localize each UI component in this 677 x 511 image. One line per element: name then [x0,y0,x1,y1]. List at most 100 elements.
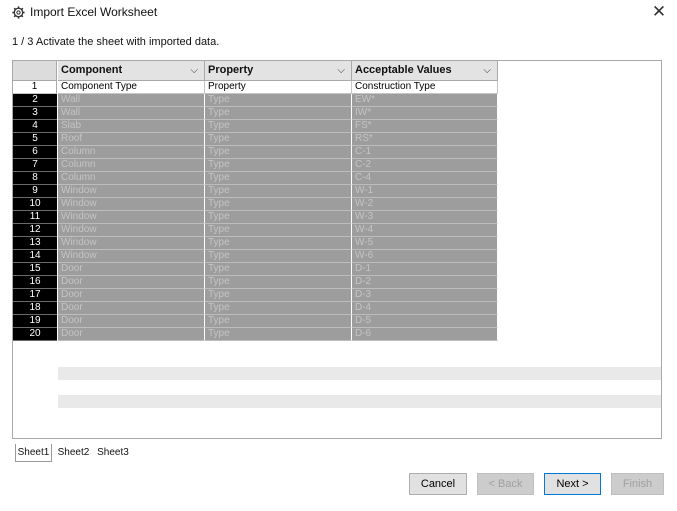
row-number[interactable]: 7 [13,159,57,172]
table-cell[interactable]: Door [58,263,205,276]
table-cell[interactable]: Type [205,302,352,315]
table-cell[interactable]: D-6 [352,328,498,341]
table-cell[interactable]: Window [58,224,205,237]
chevron-down-icon[interactable]: ⌵ [190,61,198,80]
table-cell[interactable]: Type [205,172,352,185]
table-cell[interactable]: D-1 [352,263,498,276]
row-number[interactable]: 19 [13,315,57,328]
table-cell[interactable]: Construction Type [352,81,498,94]
row-number[interactable]: 9 [13,185,57,198]
table-cell[interactable]: D-4 [352,302,498,315]
row-number[interactable]: 2 [13,94,57,107]
table-cell[interactable]: Type [205,276,352,289]
table-cell[interactable]: Component Type [58,81,205,94]
table-cell[interactable]: Door [58,302,205,315]
column-header-3[interactable]: Acceptable Values ⌵ [352,61,498,81]
table-cell[interactable]: D-3 [352,289,498,302]
table-cell[interactable]: W-3 [352,211,498,224]
row-number[interactable]: 6 [13,146,57,159]
row-number[interactable]: 1 [13,81,57,94]
table-cell[interactable]: W-2 [352,198,498,211]
table-cell[interactable]: Type [205,120,352,133]
table-cell[interactable]: Type [205,185,352,198]
table-cell[interactable]: Type [205,328,352,341]
back-button[interactable]: < Back [477,473,534,495]
table-cell[interactable]: Window [58,250,205,263]
table-cell[interactable]: Window [58,237,205,250]
row-number[interactable]: 14 [13,250,57,263]
empty-row-band [58,395,661,408]
table-cell[interactable]: D-2 [352,276,498,289]
finish-button[interactable]: Finish [611,473,664,495]
row-number[interactable]: 8 [13,172,57,185]
table-cell[interactable]: Type [205,94,352,107]
table-cell[interactable]: Type [205,146,352,159]
row-number[interactable]: 13 [13,237,57,250]
table-cell[interactable]: W-1 [352,185,498,198]
table-cell[interactable]: Roof [58,133,205,146]
table-cell[interactable]: Wall [58,107,205,120]
worksheet-grid[interactable]: Component ⌵ Property ⌵ Acceptable Values ⌵ 1 Co… [12,60,662,439]
table-cell[interactable]: Column [58,172,205,185]
table-cell[interactable]: C-2 [352,159,498,172]
table-cell[interactable]: Type [205,224,352,237]
table-cell[interactable]: Door [58,289,205,302]
row-number[interactable]: 3 [13,107,57,120]
chevron-down-icon[interactable]: ⌵ [337,61,345,80]
table-cell[interactable]: EW* [352,94,498,107]
row-number[interactable]: 18 [13,302,57,315]
cancel-button[interactable]: Cancel [409,473,467,495]
table-cell[interactable]: W-4 [352,224,498,237]
window-title: Import Excel Worksheet [30,5,158,19]
table-cell[interactable]: IW* [352,107,498,120]
table-cell[interactable]: Door [58,328,205,341]
table-cell[interactable]: Wall [58,94,205,107]
table-cell[interactable]: Type [205,211,352,224]
table-cell[interactable]: FS* [352,120,498,133]
table-cell[interactable]: Property [205,81,352,94]
sheet-tab-2[interactable]: Sheet2 [56,444,91,462]
select-all-corner[interactable] [13,61,57,81]
row-number[interactable]: 11 [13,211,57,224]
table-cell[interactable]: Column [58,159,205,172]
close-icon: ✕ [651,2,667,21]
table-cell[interactable]: Type [205,250,352,263]
table-cell[interactable]: Type [205,198,352,211]
chevron-down-icon[interactable]: ⌵ [483,61,491,80]
table-cell[interactable]: Type [205,315,352,328]
table-cell[interactable]: Type [205,237,352,250]
table-cell[interactable]: W-5 [352,237,498,250]
row-number[interactable]: 16 [13,276,57,289]
row-number[interactable]: 12 [13,224,57,237]
column-header-2[interactable]: Property ⌵ [205,61,352,81]
row-number[interactable]: 20 [13,328,57,341]
close-button[interactable]: ✕ [648,2,670,24]
gear-icon [12,6,25,19]
row-number[interactable]: 15 [13,263,57,276]
sheet-tab-3[interactable]: Sheet3 [95,444,131,462]
table-cell[interactable]: Window [58,185,205,198]
table-cell[interactable]: W-6 [352,250,498,263]
row-number[interactable]: 4 [13,120,57,133]
table-cell[interactable]: Type [205,263,352,276]
row-number[interactable]: 10 [13,198,57,211]
column-header-1[interactable]: Component ⌵ [58,61,205,81]
table-cell[interactable]: C-1 [352,146,498,159]
table-cell[interactable]: Window [58,198,205,211]
row-number[interactable]: 17 [13,289,57,302]
table-cell[interactable]: Window [58,211,205,224]
table-cell[interactable]: C-4 [352,172,498,185]
table-cell[interactable]: Type [205,159,352,172]
table-cell[interactable]: Column [58,146,205,159]
sheet-tab-1[interactable]: Sheet1 [15,444,52,462]
table-cell[interactable]: Door [58,276,205,289]
row-number[interactable]: 5 [13,133,57,146]
table-cell[interactable]: D-5 [352,315,498,328]
table-cell[interactable]: Type [205,107,352,120]
table-cell[interactable]: RS* [352,133,498,146]
table-cell[interactable]: Type [205,133,352,146]
table-cell[interactable]: Type [205,289,352,302]
table-cell[interactable]: Door [58,315,205,328]
table-cell[interactable]: Slab [58,120,205,133]
next-button[interactable]: Next > [544,473,601,495]
